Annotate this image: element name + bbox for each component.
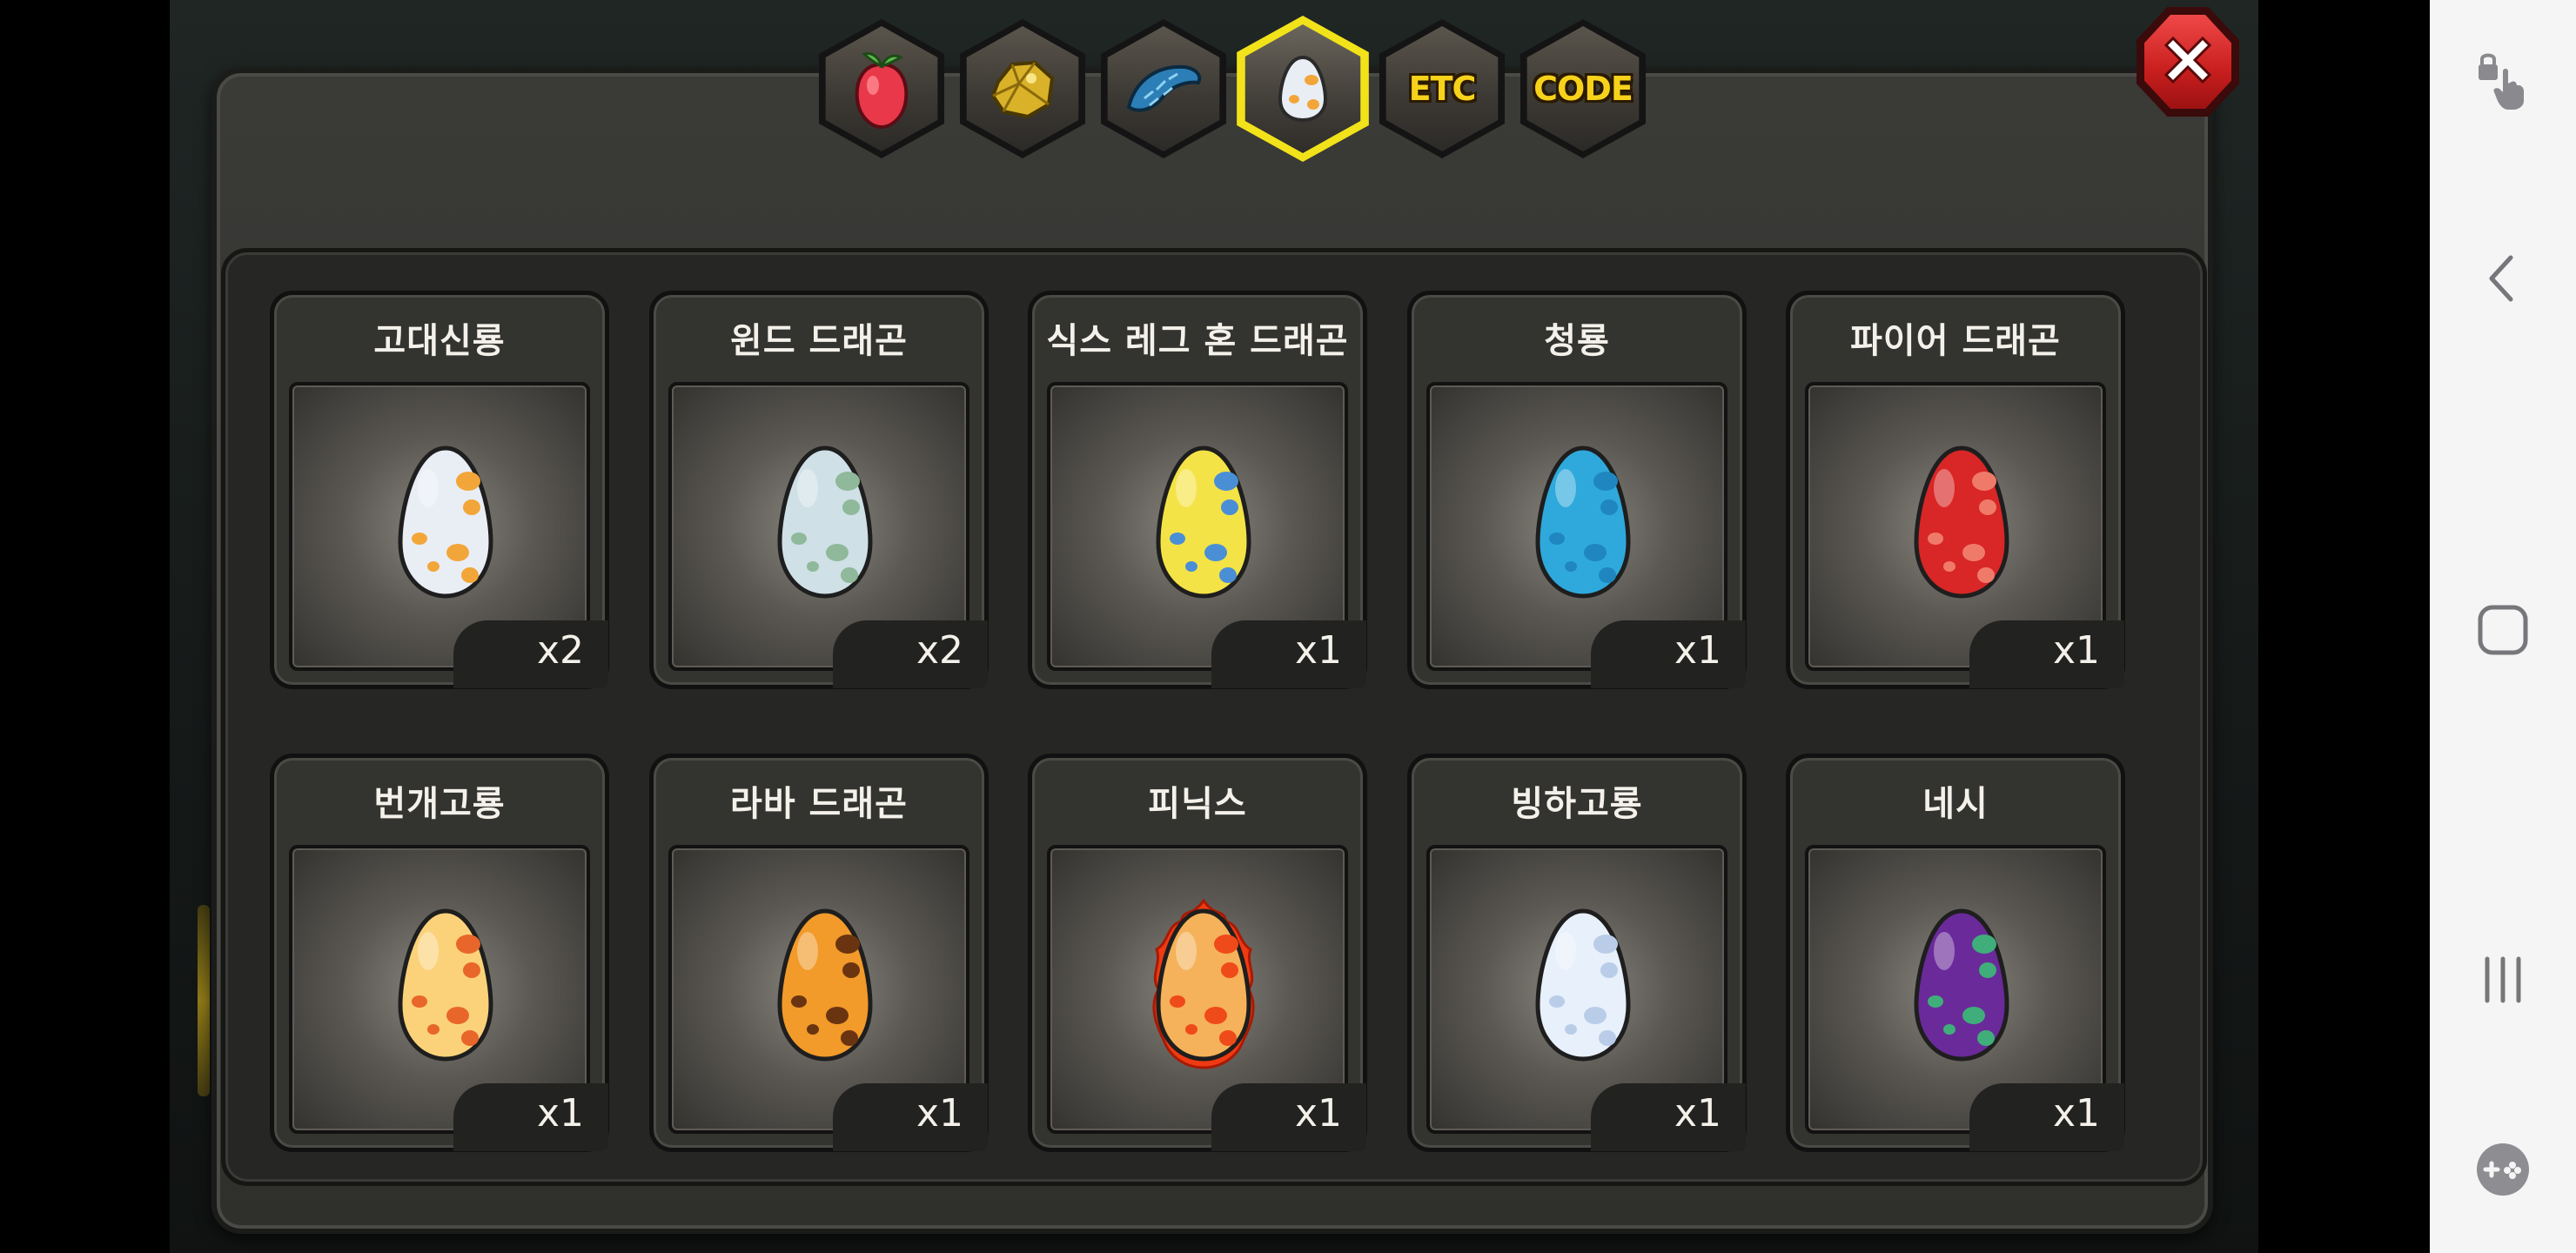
recents-button[interactable]	[2468, 945, 2538, 1015]
egg-name: 빙하고룡	[1511, 784, 1643, 824]
egg-card[interactable]: 파이어 드래곤 x1	[1786, 291, 2125, 689]
dragon-egg-icon	[777, 446, 873, 599]
dragon-egg-icon	[398, 446, 493, 599]
egg-count: x1	[1294, 628, 1342, 673]
fruit-icon	[855, 52, 909, 130]
egg-name: 피닉스	[1148, 784, 1247, 824]
tab-code[interactable]: CODE	[1518, 19, 1648, 158]
count-badge	[1211, 1083, 1366, 1151]
back-icon	[2489, 255, 2513, 302]
egg-name: 파이어 드래곤	[1850, 321, 2061, 361]
egg-count: x1	[1674, 1091, 1721, 1136]
dragon-egg-icon	[1156, 446, 1251, 599]
egg-card[interactable]: 피닉스 x1	[1028, 754, 1367, 1152]
count-badge	[1211, 620, 1366, 688]
dragon-egg-icon	[777, 908, 873, 1062]
tab-scale[interactable]	[1098, 19, 1229, 158]
count-badge	[833, 1083, 988, 1151]
home-button[interactable]	[2468, 595, 2538, 665]
egg-name: 식스 레그 혼 드래곤	[1046, 321, 1349, 361]
egg-count: x1	[2052, 628, 2100, 673]
game-tools-icon	[2477, 1143, 2529, 1196]
egg-card[interactable]: 빙하고룡 x1	[1407, 754, 1747, 1152]
count-badge	[453, 620, 608, 688]
egg-count: x1	[1294, 1091, 1342, 1136]
background-glow	[198, 905, 210, 1096]
egg-card[interactable]: 윈드 드래곤 x2	[649, 291, 989, 689]
tab-gold[interactable]	[957, 19, 1088, 158]
dragon-egg-icon	[1914, 446, 2009, 599]
touch-lock-icon	[2479, 53, 2524, 110]
tab-fruit[interactable]	[816, 19, 947, 158]
egg-card[interactable]: 청룡 x1	[1407, 291, 1747, 689]
egg-name: 고대신룡	[373, 321, 506, 361]
recents-icon	[2485, 956, 2521, 1003]
count-badge	[1969, 1083, 2124, 1151]
count-badge	[1591, 1083, 1746, 1151]
egg-count: x1	[2052, 1091, 2100, 1136]
gold-nugget-icon	[990, 60, 1055, 119]
game-tools-button[interactable]	[2468, 1135, 2538, 1204]
egg-name: 윈드 드래곤	[730, 321, 908, 361]
egg-card[interactable]: 고대신룡 x2	[270, 291, 609, 689]
egg-icon	[1278, 55, 1328, 123]
egg-card[interactable]: 번개고룡 x1	[270, 754, 609, 1152]
tab-etc[interactable]: ETC	[1377, 19, 1507, 158]
dragon-egg-icon	[1535, 446, 1631, 599]
egg-card[interactable]: 라바 드래곤 x1	[649, 754, 989, 1152]
tab-code-label: CODE	[1533, 70, 1633, 108]
egg-name: 청룡	[1544, 321, 1610, 361]
dragon-egg-icon	[1914, 908, 2009, 1062]
dragon-egg-icon	[1535, 908, 1631, 1062]
dragon-egg-icon	[1152, 899, 1255, 1069]
system-nav-bar	[2430, 0, 2576, 1253]
egg-count: x2	[916, 628, 963, 673]
egg-card[interactable]: 네시 x1	[1786, 754, 2125, 1152]
dragon-egg-icon	[398, 908, 493, 1062]
count-badge	[1969, 620, 2124, 688]
count-badge	[453, 1083, 608, 1151]
back-button[interactable]	[2468, 244, 2538, 313]
egg-card[interactable]: 식스 레그 혼 드래곤 x1	[1028, 291, 1367, 689]
count-badge	[1591, 620, 1746, 688]
close-button[interactable]	[2137, 7, 2239, 117]
touch-lock-button[interactable]	[2468, 45, 2538, 115]
close-icon	[2163, 36, 2212, 84]
egg-name: 네시	[1922, 784, 1989, 824]
egg-name: 라바 드래곤	[730, 784, 908, 824]
tab-egg[interactable]	[1234, 16, 1372, 162]
egg-count: x1	[916, 1091, 963, 1136]
home-icon	[2478, 605, 2528, 655]
tab-etc-label: ETC	[1408, 70, 1477, 108]
egg-name: 번개고룡	[373, 784, 506, 824]
egg-count: x2	[536, 628, 584, 673]
count-badge	[833, 620, 988, 688]
dragon-scale-icon	[1126, 64, 1202, 112]
egg-count: x1	[1674, 628, 1721, 673]
egg-count: x1	[536, 1091, 584, 1136]
